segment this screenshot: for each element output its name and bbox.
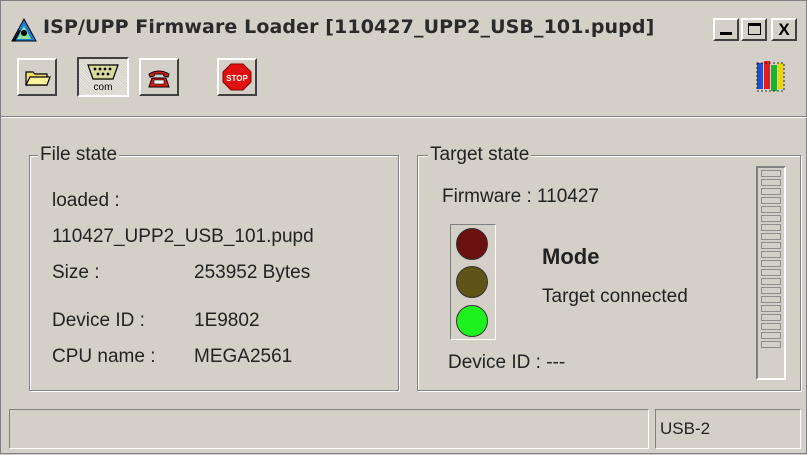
minimize-button[interactable] bbox=[713, 18, 739, 41]
window-title: ISP/UPP Firmware Loader [110427_UPP2_USB… bbox=[43, 16, 655, 38]
led-segment bbox=[761, 232, 781, 241]
target-state-group: Target state Firmware : 110427 Mode Targ… bbox=[417, 144, 801, 391]
led-segment bbox=[761, 187, 781, 196]
maximize-icon bbox=[748, 23, 761, 35]
app-title-icon bbox=[11, 17, 37, 43]
led-segment bbox=[761, 259, 781, 268]
target-device-id: Device ID : --- bbox=[448, 352, 566, 373]
stop-sign-icon: STOP bbox=[222, 63, 252, 91]
app-logo-button[interactable] bbox=[751, 57, 791, 97]
led-segment bbox=[761, 241, 781, 250]
led-segment bbox=[761, 250, 781, 259]
led-segment bbox=[761, 313, 781, 321]
status-message-panel bbox=[9, 409, 649, 449]
file-state-group: File state loaded : 110427_UPP2_USB_101.… bbox=[29, 144, 399, 391]
led-segment bbox=[761, 340, 781, 348]
led-segment bbox=[761, 178, 781, 187]
serial-port-icon: com bbox=[87, 64, 119, 93]
mode-title: Mode bbox=[542, 244, 600, 269]
toolbar-separator bbox=[1, 116, 807, 118]
cpu-name-label: CPU name : bbox=[52, 346, 156, 367]
mode-status: Target connected bbox=[542, 286, 688, 307]
led-segment bbox=[761, 277, 781, 285]
device-id-label: Device ID : bbox=[52, 310, 145, 331]
traffic-light bbox=[450, 224, 496, 340]
close-button[interactable]: X bbox=[771, 18, 797, 41]
led-segment bbox=[761, 331, 781, 339]
device-id-value: 1E9802 bbox=[194, 310, 260, 331]
led-segment bbox=[761, 268, 781, 277]
led-segment bbox=[761, 322, 781, 330]
app-logo-icon bbox=[756, 61, 785, 92]
title-bar[interactable]: ISP/UPP Firmware Loader [110427_UPP2_USB… bbox=[7, 13, 802, 47]
green-lamp bbox=[456, 305, 488, 337]
cpu-name-value: MEGA2561 bbox=[194, 346, 293, 367]
app-window: ISP/UPP Firmware Loader [110427_UPP2_USB… bbox=[0, 0, 807, 454]
status-bar: USB-2 bbox=[1, 405, 807, 455]
com-label: com bbox=[94, 82, 113, 93]
connection-panel: USB-2 bbox=[655, 409, 801, 449]
led-segment bbox=[761, 170, 781, 178]
red-lamp bbox=[456, 228, 488, 260]
led-segment bbox=[761, 286, 781, 294]
connect-button[interactable] bbox=[139, 58, 179, 96]
loaded-filename: 110427_UPP2_USB_101.pupd bbox=[52, 226, 314, 247]
folder-icon bbox=[25, 71, 51, 86]
progress-led-bar bbox=[756, 166, 786, 380]
com-port-button[interactable]: com bbox=[77, 57, 129, 97]
file-state-title: File state bbox=[38, 144, 120, 166]
toolbar: com STOP bbox=[7, 53, 802, 115]
led-segment bbox=[761, 196, 781, 205]
led-segment bbox=[761, 304, 781, 312]
telephone-icon bbox=[148, 70, 170, 88]
led-segment bbox=[761, 223, 781, 232]
open-file-button[interactable] bbox=[17, 58, 57, 96]
maximize-button[interactable] bbox=[741, 18, 767, 41]
led-segment bbox=[761, 205, 781, 214]
led-segment bbox=[761, 295, 781, 303]
size-value: 253952 Bytes bbox=[194, 262, 311, 283]
close-icon: X bbox=[778, 20, 790, 39]
loaded-label: loaded : bbox=[52, 190, 120, 211]
target-state-title: Target state bbox=[428, 144, 532, 166]
firmware-version: Firmware : 110427 bbox=[442, 186, 599, 207]
stop-label: STOP bbox=[226, 74, 248, 83]
led-segment bbox=[761, 214, 781, 223]
yellow-lamp bbox=[456, 266, 488, 298]
minimize-icon bbox=[720, 32, 732, 35]
connection-type: USB-2 bbox=[660, 419, 711, 438]
size-label: Size : bbox=[52, 262, 100, 283]
stop-button[interactable]: STOP bbox=[217, 58, 257, 96]
